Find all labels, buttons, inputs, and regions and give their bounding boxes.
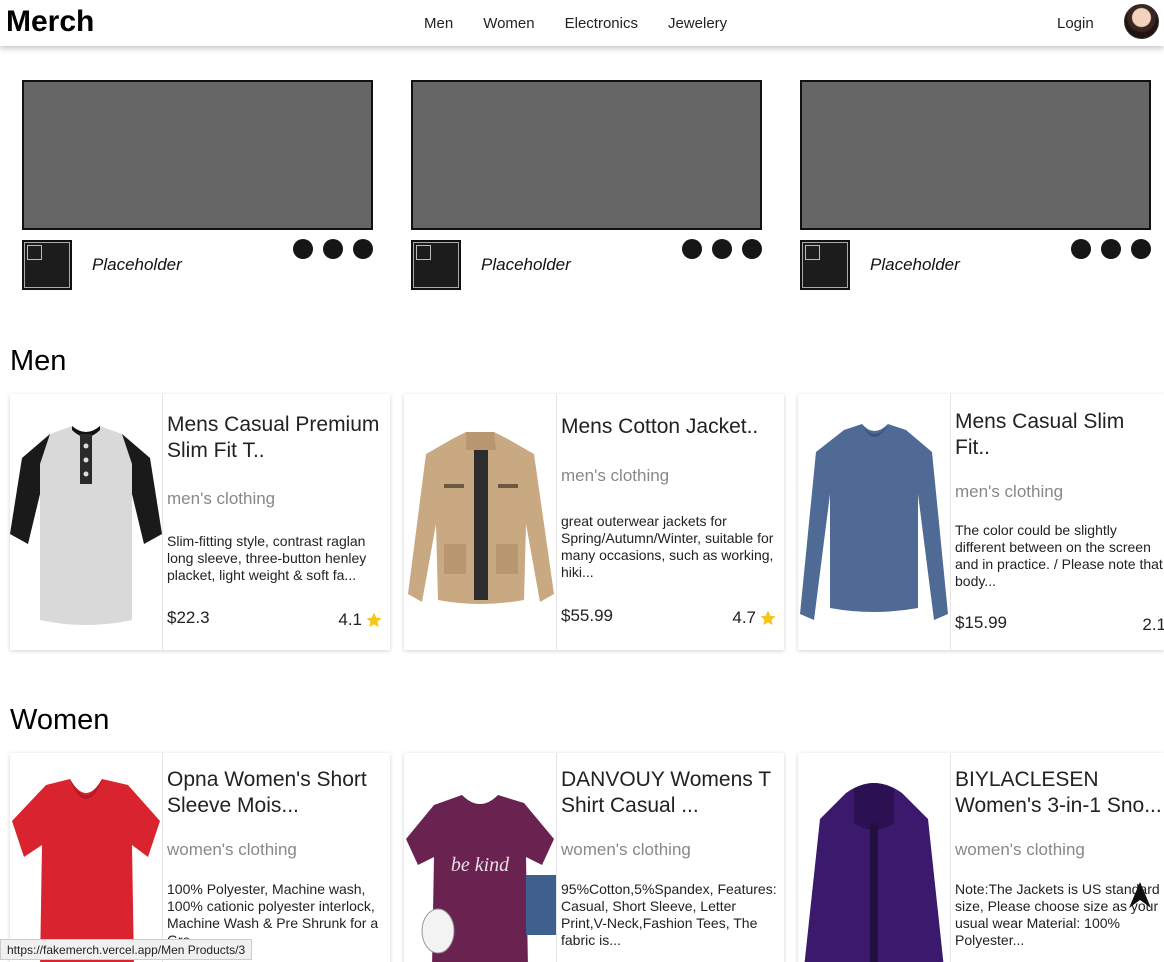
star-icon [366,612,382,628]
product-title[interactable]: Opna Women's Short Sleeve Mois... [167,767,389,819]
product-info: DANVOUY Womens T Shirt Casual ... women'… [561,753,784,962]
carousel-dots [682,239,762,259]
rating-value: 4.7 [732,608,756,627]
placeholder-image [22,80,373,230]
placeholder-label: Placeholder [870,255,960,274]
star-icon [760,610,776,626]
product-card[interactable]: be kind DANVOUY Womens T Shirt Casual ..… [404,753,784,962]
product-card[interactable]: Opna Women's Short Sleeve Mois... women'… [10,753,390,962]
product-title[interactable]: Mens Casual Premium Slim Fit T.. [167,412,389,464]
placeholder-thumbnail [800,240,850,290]
brand-logo[interactable]: Merch [6,5,94,39]
nav-link-women[interactable]: Women [483,15,534,32]
product-title[interactable]: Mens Cotton Jacket.. [561,414,783,440]
product-rating: 4.1 [338,610,383,630]
product-category: men's clothing [561,466,670,485]
carousel-dot[interactable] [293,239,313,259]
purple-jacket-image[interactable] [798,753,951,962]
product-category: men's clothing [167,489,276,508]
product-description: Slim-fitting style, contrast raglan long… [167,533,367,583]
product-description: 95%Cotton,5%Spandex, Features: Casual, S… [561,881,777,948]
rating-value: 2.1 [1142,615,1164,634]
product-card[interactable]: Mens Casual Slim Fit.. men's clothing Th… [798,394,1164,650]
product-rating: 4.7 [732,608,777,628]
red-tshirt-image[interactable] [10,753,163,962]
scroll-to-top-icon[interactable] [1127,880,1153,910]
carousel-dot[interactable] [1131,239,1151,259]
henley-shirt-image[interactable] [10,394,163,650]
placeholder-card: Placeholder [411,80,762,292]
product-card[interactable]: Mens Cotton Jacket.. men's clothing grea… [404,394,784,650]
carousel-dot[interactable] [1101,239,1121,259]
shirt-print-text: be kind [451,854,510,876]
user-avatar[interactable] [1124,4,1159,39]
product-info: Mens Casual Premium Slim Fit T.. men's c… [167,394,390,650]
jacket-image[interactable] [404,394,557,650]
nav-link-jewelery[interactable]: Jewelery [668,15,727,32]
placeholder-thumbnail [22,240,72,290]
product-title[interactable]: BIYLACLESEN Women's 3-in-1 Sno... [955,767,1164,819]
product-category: women's clothing [167,840,297,859]
section-title-men: Men [10,345,67,377]
placeholder-image [411,80,762,230]
product-info: BIYLACLESEN Women's 3-in-1 Sno... women'… [955,753,1164,962]
main-nav: Men Women Electronics Jewelery [424,15,757,32]
product-info: Opna Women's Short Sleeve Mois... women'… [167,753,390,962]
product-description: The color could be slightly different be… [955,522,1163,589]
product-category: men's clothing [955,482,1064,501]
long-sleeve-shirt-image[interactable] [798,394,951,650]
placeholder-image [800,80,1151,230]
product-price: $22.3 [167,608,210,627]
top-navbar: Merch Men Women Electronics Jewelery Log… [0,0,1164,46]
login-link[interactable]: Login [1057,15,1094,32]
product-info: Mens Cotton Jacket.. men's clothing grea… [561,394,784,650]
carousel-dot[interactable] [1071,239,1091,259]
placeholder-card: Placeholder [800,80,1151,292]
carousel-dots [293,239,373,259]
section-title-women: Women [10,704,110,736]
product-category: women's clothing [561,840,691,859]
product-rating: 2.1 [1142,615,1164,635]
product-card[interactable]: BIYLACLESEN Women's 3-in-1 Sno... women'… [798,753,1164,962]
nav-link-men[interactable]: Men [424,15,453,32]
carousel-dot[interactable] [323,239,343,259]
purple-tshirt-image[interactable]: be kind [404,753,557,962]
product-title[interactable]: DANVOUY Womens T Shirt Casual ... [561,767,783,819]
carousel-dot[interactable] [682,239,702,259]
carousel-dot[interactable] [353,239,373,259]
product-price: $55.99 [561,606,613,625]
product-price: $15.99 [955,613,1007,632]
product-card[interactable]: Mens Casual Premium Slim Fit T.. men's c… [10,394,390,650]
product-description: great outerwear jackets for Spring/Autum… [561,513,774,580]
product-title[interactable]: Mens Casual Slim Fit.. [955,409,1164,461]
nav-link-electronics[interactable]: Electronics [565,15,638,32]
placeholder-label: Placeholder [92,255,182,274]
placeholder-card: Placeholder [22,80,373,292]
placeholder-label: Placeholder [481,255,571,274]
carousel-dots [1071,239,1151,259]
placeholder-thumbnail [411,240,461,290]
link-status-bar: https://fakemerch.vercel.app/Men Product… [0,939,253,960]
carousel-dot[interactable] [742,239,762,259]
carousel-dot[interactable] [712,239,732,259]
rating-value: 4.1 [338,610,362,629]
product-info: Mens Casual Slim Fit.. men's clothing Th… [955,394,1164,650]
product-category: women's clothing [955,840,1085,859]
